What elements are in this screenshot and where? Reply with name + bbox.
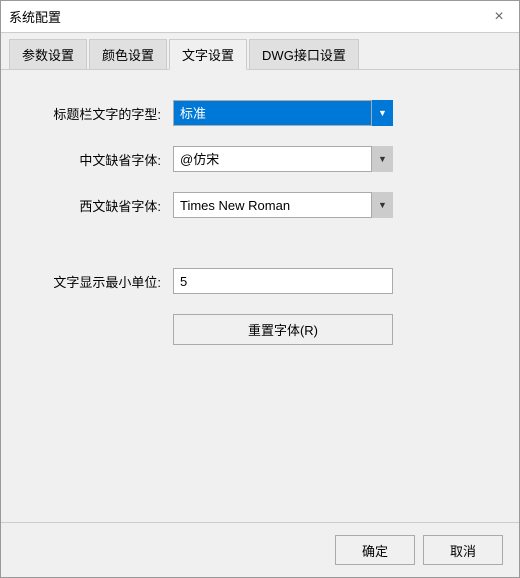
title-font-control: 标准	[173, 100, 479, 126]
title-font-select[interactable]: 标准	[173, 100, 393, 126]
tab-bar: 参数设置 颜色设置 文字设置 DWG接口设置	[1, 33, 519, 70]
dialog: 系统配置 × 参数设置 颜色设置 文字设置 DWG接口设置 标题栏文字的字型: …	[0, 0, 520, 578]
chinese-font-row: 中文缺省字体: @仿宋	[41, 146, 479, 172]
chinese-font-label: 中文缺省字体:	[41, 150, 161, 169]
tab-text[interactable]: 文字设置	[169, 39, 247, 70]
confirm-button[interactable]: 确定	[335, 535, 415, 565]
chinese-font-control: @仿宋	[173, 146, 479, 172]
reset-row: 重置字体(R)	[41, 314, 479, 345]
western-font-select-wrapper: Times New Roman	[173, 192, 393, 218]
tab-params[interactable]: 参数设置	[9, 39, 87, 69]
western-font-select[interactable]: Times New Roman	[173, 192, 393, 218]
footer: 确定 取消	[1, 522, 519, 577]
min-unit-input[interactable]	[173, 268, 393, 294]
min-unit-control	[173, 268, 479, 294]
tab-dwg[interactable]: DWG接口设置	[249, 39, 359, 69]
close-button[interactable]: ×	[487, 5, 511, 29]
cancel-button[interactable]: 取消	[423, 535, 503, 565]
title-font-label: 标题栏文字的字型:	[41, 104, 161, 123]
title-bar: 系统配置 ×	[1, 1, 519, 33]
chinese-font-select-wrapper: @仿宋	[173, 146, 393, 172]
reset-font-button[interactable]: 重置字体(R)	[173, 314, 393, 345]
tab-content: 标题栏文字的字型: 标准 中文缺省字体: @仿宋	[1, 70, 519, 522]
title-font-row: 标题栏文字的字型: 标准	[41, 100, 479, 126]
min-unit-label: 文字显示最小单位:	[41, 272, 161, 291]
dialog-title: 系统配置	[9, 7, 61, 26]
western-font-row: 西文缺省字体: Times New Roman	[41, 192, 479, 218]
tab-colors[interactable]: 颜色设置	[89, 39, 167, 69]
western-font-label: 西文缺省字体:	[41, 196, 161, 215]
min-unit-row: 文字显示最小单位:	[41, 268, 479, 294]
title-font-select-wrapper: 标准	[173, 100, 393, 126]
chinese-font-select[interactable]: @仿宋	[173, 146, 393, 172]
western-font-control: Times New Roman	[173, 192, 479, 218]
